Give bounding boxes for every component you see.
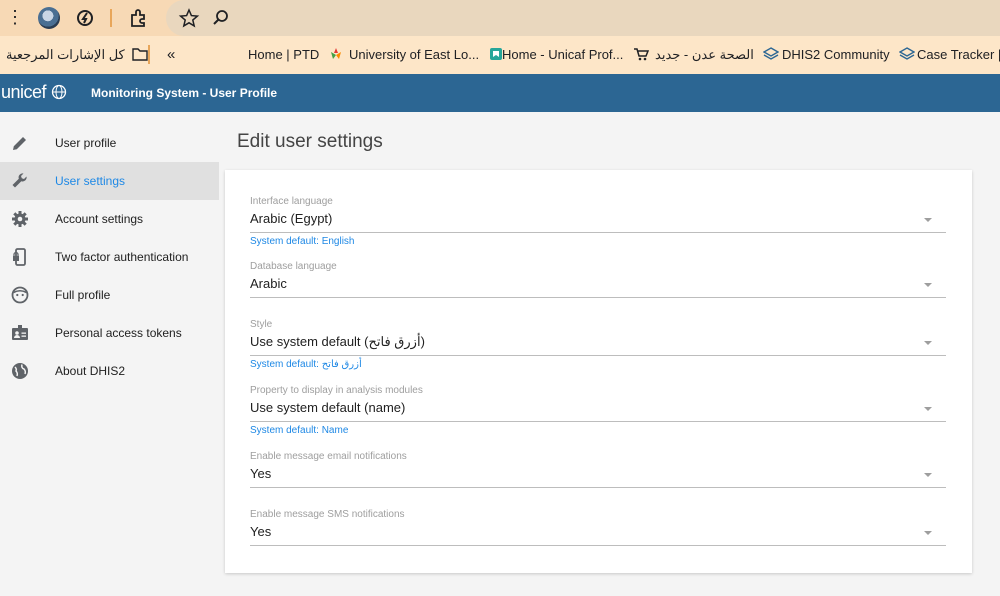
phone-lock-icon	[13, 248, 26, 266]
field-help-text: System default: Name	[250, 425, 349, 436]
sidebar-item-label: About DHIS2	[55, 364, 126, 378]
id-card-icon	[12, 325, 28, 340]
globe-logo-icon	[51, 84, 66, 100]
dropdown-arrow-icon	[924, 473, 932, 477]
bookmark-unicaf[interactable]: Home - Unicaf Prof...	[502, 46, 650, 64]
dropdown-arrow-icon	[924, 218, 932, 222]
dropdown-arrow-icon	[924, 531, 932, 535]
sidebar-item-personal-access-tokens[interactable]: Personal access tokens	[0, 314, 219, 352]
address-bar[interactable]	[166, 0, 1000, 36]
bookmark-label: الصحة عدن - جديد	[655, 47, 754, 62]
select-value: Yes	[250, 466, 272, 481]
field-label: Enable message SMS notifications	[250, 509, 405, 520]
field-label: Property to display in analysis modules	[250, 385, 423, 396]
sidebar-item-label: User profile	[55, 136, 117, 150]
sidebar-item-label: Two factor authentication	[55, 250, 189, 264]
select-value: Arabic (Egypt)	[250, 211, 333, 226]
bookmark-label: كل الإشارات المرجعية	[6, 47, 125, 62]
field-interface-language: Interface language Arabic (Egypt) System…	[250, 196, 946, 247]
database-language-select[interactable]: Arabic	[250, 273, 946, 298]
sms-notifications-select[interactable]: Yes	[250, 521, 946, 546]
cart-icon	[634, 48, 650, 61]
field-analysis-property: Property to display in analysis modules …	[250, 385, 946, 436]
sidebar-item-full-profile[interactable]: Full profile	[0, 276, 219, 314]
settings-card: Interface language Arabic (Egypt) System…	[225, 170, 972, 573]
field-help-text: System default: أزرق فاتح	[250, 359, 362, 370]
gear-icon	[12, 211, 28, 227]
field-style: Style Use system default (أزرق فاتح) Sys…	[250, 319, 946, 370]
sidebar-item-account-settings[interactable]: Account settings	[0, 200, 219, 238]
puzzle-extensions-icon[interactable]	[128, 7, 150, 29]
sidebar-item-user-profile[interactable]: User profile	[0, 124, 219, 162]
field-label: Database language	[250, 261, 337, 272]
bookmark-dhis2-community[interactable]: DHIS2 Community	[782, 46, 916, 64]
bookmark-case-tracker[interactable]: Case Tracker | D	[917, 46, 1000, 64]
select-value: Use system default (name)	[250, 400, 406, 415]
dropdown-arrow-icon	[924, 341, 932, 345]
profile-avatar[interactable]	[38, 7, 60, 29]
sidebar-item-label: Personal access tokens	[55, 326, 182, 340]
sidebar-item-about-dhis2[interactable]: About DHIS2	[0, 352, 219, 390]
email-notifications-select[interactable]: Yes	[250, 463, 946, 488]
globe-icon	[12, 363, 28, 379]
page-title: Edit user settings	[237, 131, 383, 152]
style-select[interactable]: Use system default (أزرق فاتح)	[250, 331, 946, 356]
sidebar-item-label: Account settings	[55, 212, 144, 226]
dropdown-arrow-icon	[924, 283, 932, 287]
field-help-text: System default: English	[250, 236, 355, 247]
bookmarks-overflow-button[interactable]: «	[167, 46, 175, 64]
sidebar-item-user-settings[interactable]: User settings	[0, 162, 219, 200]
field-label: Interface language	[250, 196, 333, 207]
app-header: unicef Monitoring System - User Profile	[0, 74, 1000, 112]
bookmark-aden-health[interactable]: الصحة عدن - جديد	[655, 46, 780, 64]
wrench-icon	[12, 173, 27, 188]
bookmark-label: Case Tracker | D	[917, 47, 1000, 62]
app-title: Monitoring System - User Profile	[91, 86, 278, 100]
extension-icon[interactable]	[74, 7, 96, 29]
dropdown-arrow-icon	[924, 407, 932, 411]
logo-text: unicef	[1, 82, 47, 102]
bookmarks-divider	[148, 45, 150, 64]
bookmarks-bar: كل الإشارات المرجعية « Home | PTD Univer…	[0, 36, 1000, 74]
unicef-logo[interactable]: unicef	[1, 82, 67, 102]
bookmark-star-icon[interactable]	[178, 7, 200, 29]
interface-language-select[interactable]: Arabic (Egypt)	[250, 208, 946, 233]
toolbar-divider	[110, 9, 112, 27]
bookmark-university[interactable]: University of East Lo...	[349, 46, 503, 64]
university-icon	[489, 48, 502, 60]
select-value: Yes	[250, 524, 272, 539]
folder-icon	[132, 48, 149, 61]
bookmark-all-bookmarks[interactable]: كل الإشارات المرجعية	[6, 46, 149, 64]
bookmark-label: Home | PTD	[248, 47, 320, 62]
field-database-language: Database language Arabic	[250, 261, 946, 298]
bookmark-label: DHIS2 Community	[782, 47, 890, 62]
field-label: Enable message email notifications	[250, 451, 407, 462]
browser-toolbar: ⋮	[0, 0, 1000, 36]
pencil-icon	[13, 137, 26, 150]
sidebar: User profile User settings Account setti…	[0, 124, 219, 390]
browser-menu-icon[interactable]: ⋮	[6, 7, 24, 29]
select-value: Arabic	[250, 276, 287, 291]
bookmark-home-ptd[interactable]: Home | PTD	[248, 46, 343, 64]
field-email-notifications: Enable message email notifications Yes	[250, 451, 946, 488]
sidebar-item-label: Full profile	[55, 288, 111, 302]
field-label: Style	[250, 319, 273, 330]
bookmark-label: University of East Lo...	[349, 47, 480, 62]
ptd-icon	[330, 48, 341, 59]
dhis2-icon	[898, 47, 916, 60]
sidebar-item-label: User settings	[55, 174, 126, 188]
dhis2-icon	[763, 47, 780, 60]
zoom-icon[interactable]	[210, 7, 232, 29]
field-sms-notifications: Enable message SMS notifications Yes	[250, 509, 946, 546]
face-icon	[11, 286, 29, 304]
select-value: Use system default (أزرق فاتح)	[250, 334, 425, 349]
bookmark-label: Home - Unicaf Prof...	[502, 47, 624, 62]
analysis-property-select[interactable]: Use system default (name)	[250, 397, 946, 422]
sidebar-item-two-factor-auth[interactable]: Two factor authentication	[0, 238, 219, 276]
